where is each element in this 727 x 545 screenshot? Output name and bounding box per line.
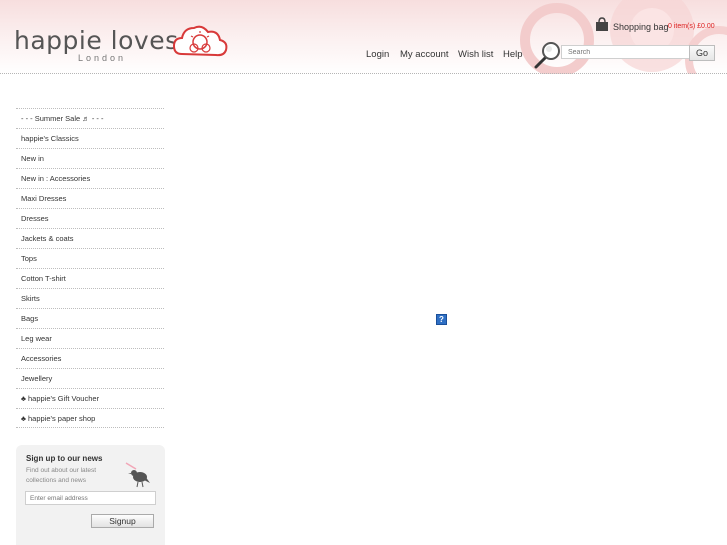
magnifier-icon — [534, 42, 560, 69]
sidebar-item-bags[interactable]: Bags — [16, 308, 164, 328]
site-logo[interactable]: happie loves it London — [14, 25, 228, 63]
login-link[interactable]: Login — [366, 49, 389, 60]
sidebar-item-cotton-tshirt[interactable]: Cotton T-shirt — [16, 268, 164, 288]
header-divider — [0, 73, 727, 74]
sidebar-item-maxi-dresses[interactable]: Maxi Dresses — [16, 188, 164, 208]
shopping-bag-label[interactable]: Shopping bag — [613, 22, 669, 32]
sidebar-item-new-in[interactable]: New in — [16, 148, 164, 168]
logo-subtitle: London — [78, 53, 127, 63]
newsletter-title: Sign up to our news — [26, 454, 103, 463]
bird-icon — [125, 462, 150, 488]
sidebar-item-accessories[interactable]: Accessories — [16, 348, 164, 368]
sidebar-item-classics[interactable]: happie's Classics — [16, 128, 164, 148]
category-sidebar: - - - Summer Sale ♬ - - - happie's Class… — [16, 108, 164, 428]
sidebar-item-jackets-coats[interactable]: Jackets & coats — [16, 228, 164, 248]
sidebar-item-leg-wear[interactable]: Leg wear — [16, 328, 164, 348]
newsletter-signup: Sign up to our news Find out about our l… — [16, 445, 165, 545]
sidebar-item-jewellery[interactable]: Jewellery — [16, 368, 164, 388]
search-go-button[interactable]: Go — [689, 45, 715, 61]
newsletter-description: Find out about our latest collections an… — [26, 467, 97, 484]
sidebar-item-gift-voucher[interactable]: ♣ happie's Gift Voucher — [16, 388, 164, 408]
sidebar-item-summer-sale[interactable]: - - - Summer Sale ♬ - - - — [16, 108, 164, 128]
sidebar-item-paper-shop[interactable]: ♣ happie's paper shop — [16, 408, 164, 428]
shopping-bag-icon — [596, 17, 608, 31]
sidebar-item-dresses[interactable]: Dresses — [16, 208, 164, 228]
newsletter-email-input[interactable] — [25, 491, 156, 505]
newsletter-signup-button[interactable]: Signup — [91, 514, 154, 528]
cart-summary: 0 item(s) £0.00 — [668, 23, 715, 30]
my-account-link[interactable]: My account — [400, 49, 449, 60]
sidebar-item-tops[interactable]: Tops — [16, 248, 164, 268]
header-decoration — [520, 0, 727, 74]
sidebar-item-new-in-accessories[interactable]: New in : Accessories — [16, 168, 164, 188]
help-link[interactable]: Help — [503, 49, 523, 60]
search-input[interactable] — [561, 45, 689, 59]
cloud-sun-logo-icon — [172, 25, 228, 57]
wish-list-link[interactable]: Wish list — [458, 49, 493, 60]
sidebar-item-skirts[interactable]: Skirts — [16, 288, 164, 308]
broken-image-icon: ? — [436, 314, 447, 325]
site-header: happie loves it London Shopping bag 0 it… — [0, 0, 727, 74]
